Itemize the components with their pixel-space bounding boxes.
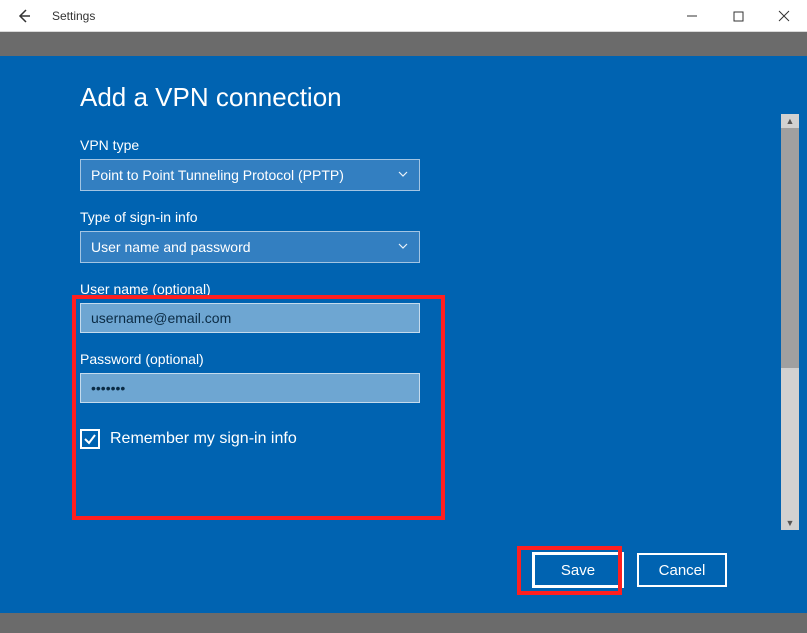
- back-button[interactable]: [0, 0, 48, 32]
- check-icon: [83, 432, 97, 446]
- password-value: •••••••: [91, 380, 125, 396]
- cancel-button-label: Cancel: [659, 562, 706, 579]
- remember-label: Remember my sign-in info: [110, 430, 297, 448]
- minimize-button[interactable]: [669, 0, 715, 32]
- save-button[interactable]: Save: [533, 553, 623, 587]
- minimize-icon: [686, 10, 698, 22]
- vpn-type-value: Point to Point Tunneling Protocol (PPTP): [91, 167, 344, 183]
- scrollbar[interactable]: ▲ ▼: [781, 114, 799, 530]
- window-title: Settings: [48, 9, 95, 23]
- signin-type-label: Type of sign-in info: [80, 209, 727, 225]
- scroll-thumb[interactable]: [781, 128, 799, 368]
- signin-type-value: User name and password: [91, 239, 251, 255]
- username-field[interactable]: username@email.com: [80, 303, 420, 333]
- close-button[interactable]: [761, 0, 807, 32]
- password-label: Password (optional): [80, 351, 727, 367]
- cancel-button[interactable]: Cancel: [637, 553, 727, 587]
- username-value: username@email.com: [91, 310, 231, 326]
- panel-heading: Add a VPN connection: [80, 82, 727, 113]
- vpn-type-select[interactable]: Point to Point Tunneling Protocol (PPTP): [80, 159, 420, 191]
- username-label: User name (optional): [80, 281, 727, 297]
- window-buttons: [669, 0, 807, 32]
- signin-type-select[interactable]: User name and password: [80, 231, 420, 263]
- close-icon: [778, 10, 790, 22]
- arrow-left-icon: [16, 8, 32, 24]
- scroll-up-icon[interactable]: ▲: [781, 114, 799, 128]
- remember-row: Remember my sign-in info: [80, 429, 727, 449]
- dimmed-header: [0, 32, 807, 56]
- chevron-down-icon: [397, 167, 409, 183]
- title-bar: Settings: [0, 0, 807, 32]
- bottom-dim-strip: [0, 613, 807, 633]
- password-field[interactable]: •••••••: [80, 373, 420, 403]
- remember-checkbox[interactable]: [80, 429, 100, 449]
- save-button-label: Save: [561, 562, 595, 579]
- button-row: Save Cancel: [533, 553, 727, 587]
- maximize-button[interactable]: [715, 0, 761, 32]
- vpn-panel: Add a VPN connection VPN type Point to P…: [0, 56, 807, 613]
- maximize-icon: [733, 11, 744, 22]
- chevron-down-icon: [397, 239, 409, 255]
- vpn-type-label: VPN type: [80, 137, 727, 153]
- scroll-down-icon[interactable]: ▼: [781, 516, 799, 530]
